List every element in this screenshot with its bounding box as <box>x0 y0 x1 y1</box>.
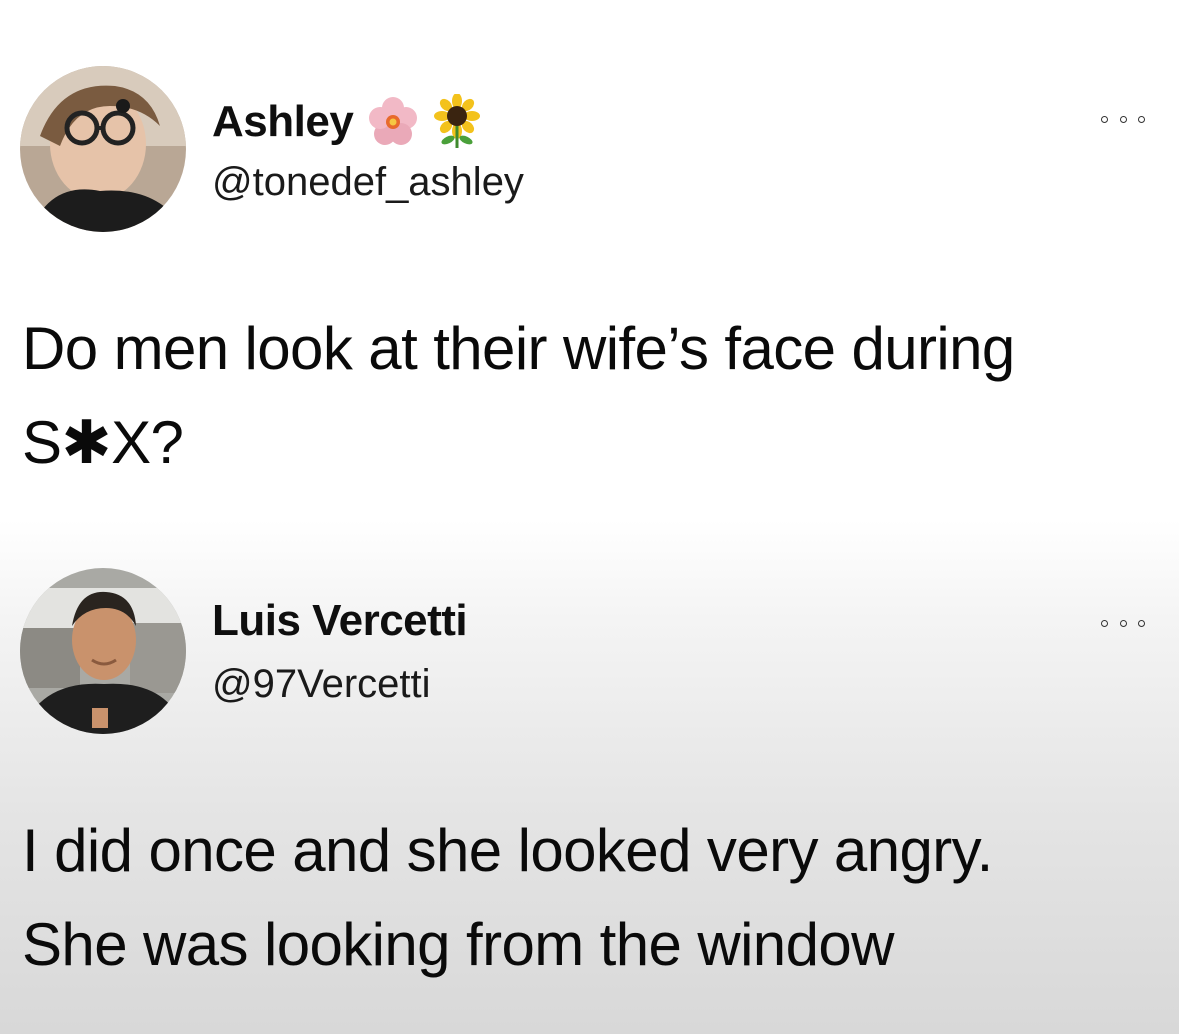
name-row: Ashley <box>212 94 485 150</box>
more-options-icon[interactable] <box>1101 112 1145 126</box>
more-dot <box>1138 115 1145 123</box>
display-name[interactable]: Luis Vercetti <box>212 596 468 646</box>
name-row: Luis Vercetti <box>212 596 468 646</box>
more-dot <box>1101 115 1108 123</box>
handle[interactable]: @97Vercetti <box>212 662 431 707</box>
more-dot <box>1138 619 1145 627</box>
sunflower-icon <box>429 94 485 150</box>
handle[interactable]: @tonedef_ashley <box>212 160 524 205</box>
more-options-icon[interactable] <box>1101 616 1145 630</box>
tweet-text: Do men look at their wife’s face during … <box>22 315 1015 476</box>
tweet-text: I did once and she looked very angry. Sh… <box>22 817 993 978</box>
more-dot <box>1119 619 1127 627</box>
avatar-ashley[interactable] <box>20 66 186 232</box>
avatar-luis[interactable] <box>20 568 186 734</box>
more-dot <box>1119 115 1127 123</box>
more-dot <box>1101 619 1108 627</box>
display-name[interactable]: Ashley <box>212 97 354 147</box>
avatar-luis-image <box>20 568 186 734</box>
avatar-ashley-image <box>20 66 186 232</box>
pink-flower-icon <box>365 94 421 150</box>
